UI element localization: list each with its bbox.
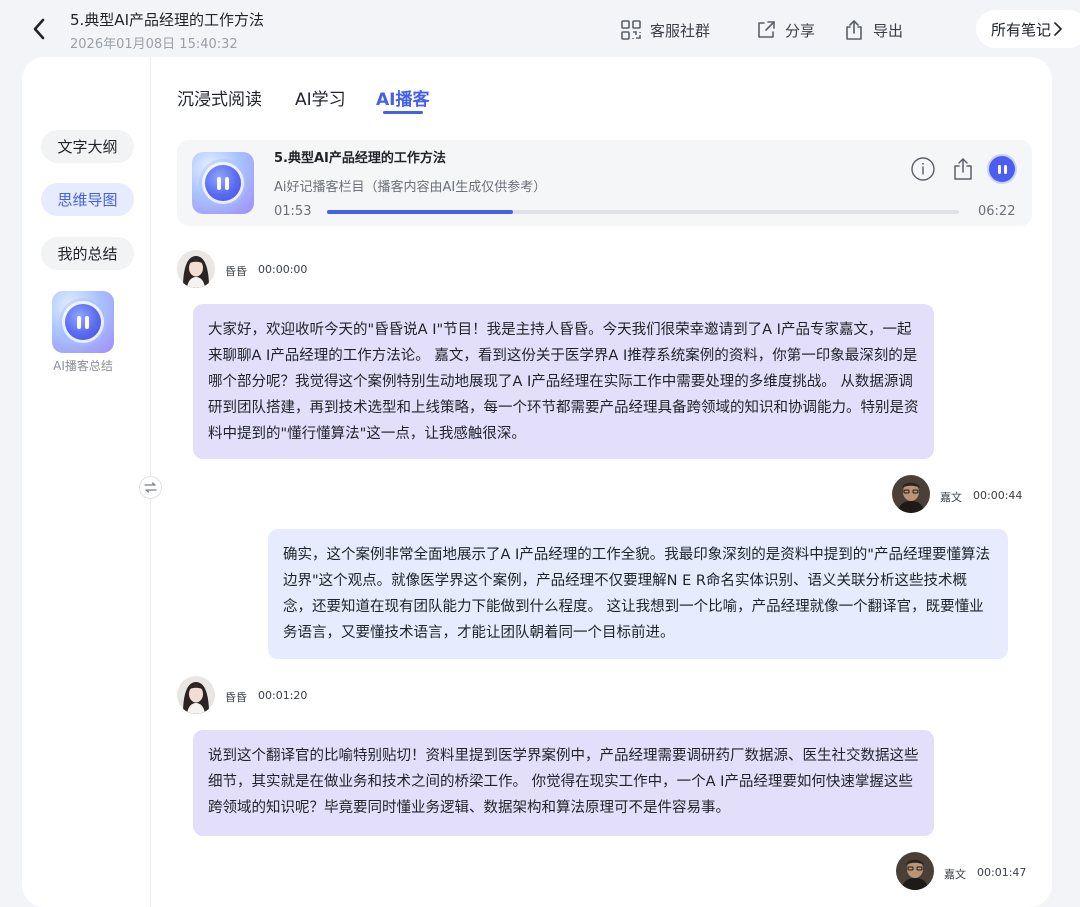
player-title: 5.典型AI产品经理的工作方法 [274,151,446,166]
message-timestamp: 00:01:20 [258,689,308,702]
info-button[interactable] [910,156,936,182]
message-bubble: 说到这个翻译官的比喻特别贴切！资料里提到医学界案例中，产品经理需要调研药厂数据源… [193,730,934,836]
swap-button[interactable] [139,476,162,499]
pause-icon [205,165,241,201]
main-card: 文字大纲 思维导图 我的总结 AI播客总结 沉浸式阅读 AI学习 AI播客 5.… [22,57,1052,907]
active-tab-indicator [383,111,423,114]
speaker-name: 昏昏 [225,691,247,704]
message-timestamp: 00:00:00 [258,263,308,276]
share-label: 分享 [785,21,816,40]
export-icon [846,20,862,40]
avatar [896,852,934,890]
guest-avatar-icon [892,475,930,513]
message-bubble: 大家好，欢迎收听今天的"昏昏说A I"节目！我是主持人昏昏。今天我们很荣幸邀请到… [193,304,934,459]
avatar [177,250,215,288]
tab-ai-learning[interactable]: AI学习 [295,85,346,110]
podcast-player: 5.典型AI产品经理的工作方法 Ai好记播客栏目（播客内容由AI生成仅供参考） … [177,140,1032,226]
upload-share-icon [954,158,972,180]
all-notes-button[interactable]: 所有笔记 [976,10,1080,48]
message-timestamp: 00:00:44 [973,489,1023,502]
info-icon [911,157,935,181]
message-timestamp: 00:01:47 [977,866,1027,879]
sidebar-item-podcast-summary[interactable]: AI播客总结 [49,291,117,374]
chevron-right-icon [1054,22,1062,36]
export-label: 导出 [873,21,904,40]
speaker-name: 嘉文 [940,491,962,504]
avatar [892,475,930,513]
pause-icon [997,164,1007,174]
service-group-button[interactable]: 客服社群 [620,17,710,43]
pause-icon [65,304,101,340]
progress-bar[interactable] [327,210,959,214]
podcast-thumbnail [52,291,114,353]
sidebar-item-outline[interactable]: 文字大纲 [41,130,134,163]
speaker-name: 昏昏 [225,265,247,278]
host-avatar-icon [177,250,215,288]
chevron-left-icon [33,18,45,40]
export-button[interactable]: 导出 [843,17,903,43]
message-bubble: 确实，这个案例非常全面地展示了A I产品经理的工作全貌。我最印象深刻的是资料中提… [268,529,1008,659]
total-time: 06:22 [978,204,1016,219]
swap-icon [144,482,157,493]
pause-button[interactable] [989,156,1015,182]
host-avatar-icon [177,676,215,714]
player-share-button[interactable] [950,156,976,182]
guest-avatar-icon [896,852,934,890]
avatar [177,676,215,714]
service-group-label: 客服社群 [650,21,711,40]
qr-code-icon [621,20,641,40]
player-subtitle: Ai好记播客栏目（播客内容由AI生成仅供参考） [274,180,547,195]
back-button[interactable] [26,14,52,44]
all-notes-label: 所有笔记 [991,20,1052,39]
tab-immersive-reading[interactable]: 沉浸式阅读 [177,85,262,110]
document-title: 5.典型AI产品经理的工作方法 [70,11,264,29]
share-icon [758,21,775,38]
share-button[interactable]: 分享 [755,17,815,43]
sidebar-item-my-summary[interactable]: 我的总结 [41,237,134,270]
podcast-summary-label: AI播客总结 [53,359,113,373]
progress-fill [327,210,514,214]
top-bar: 5.典型AI产品经理的工作方法 2026年01月08日 15:40:32 客服社… [0,0,1080,58]
sidebar-item-mindmap[interactable]: 思维导图 [41,183,134,216]
document-date: 2026年01月08日 15:40:32 [70,37,238,52]
player-thumbnail [192,152,254,214]
tab-ai-podcast[interactable]: AI播客 [376,85,429,110]
current-time: 01:53 [274,204,312,219]
speaker-name: 嘉文 [944,868,966,881]
